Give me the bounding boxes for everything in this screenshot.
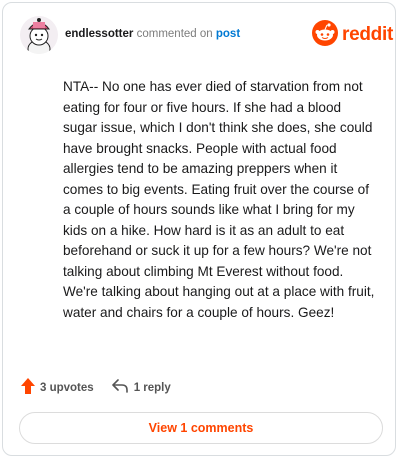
upvote-count: 3 upvotes xyxy=(40,381,94,394)
view-comments-button[interactable]: View 1 comments xyxy=(19,412,383,444)
reply-arrow-icon xyxy=(111,379,128,396)
comment-actions: 3 upvotes 1 reply xyxy=(21,378,171,397)
upvote-button[interactable]: 3 upvotes xyxy=(21,378,94,397)
post-link[interactable]: post xyxy=(216,28,240,40)
avatar[interactable] xyxy=(20,16,58,54)
reddit-logo[interactable]: reddit xyxy=(312,19,393,51)
upvote-arrow-icon xyxy=(21,378,35,397)
username-link[interactable]: endlessotter xyxy=(65,28,133,40)
comment-card: endlessotter commented on post reddit NT… xyxy=(2,2,396,456)
reddit-wordmark: reddit xyxy=(342,24,393,45)
comment-body: NTA-- No one has ever died of starvation… xyxy=(63,79,375,320)
reddit-snoo-icon xyxy=(312,19,338,51)
reply-count: 1 reply xyxy=(133,381,171,394)
action-text: commented on xyxy=(136,28,213,40)
reply-button[interactable]: 1 reply xyxy=(111,379,171,396)
comment-header: endlessotter commented on post xyxy=(65,28,240,40)
